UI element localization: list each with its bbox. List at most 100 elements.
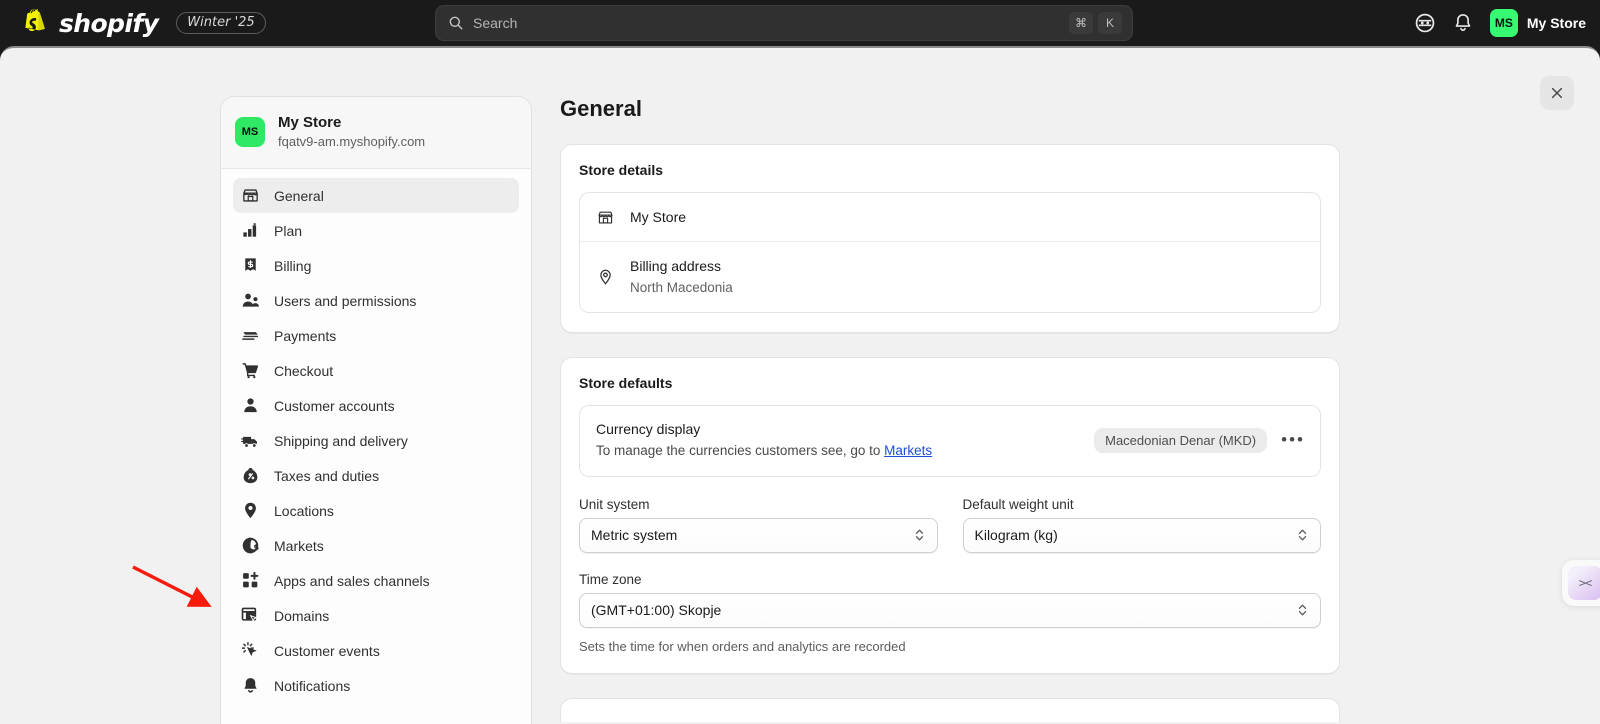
time-zone-select[interactable]: (GMT+01:00) Skopje	[579, 592, 1321, 628]
sidebar-nav-list: General Plan Billing Users and permissio…	[221, 169, 531, 703]
default-weight-unit-select[interactable]: Kilogram (kg)	[962, 517, 1321, 553]
billing-receipt-icon	[245, 258, 256, 272]
store-details-card: Store details My Store Billing address N…	[560, 144, 1340, 334]
bell-icon	[244, 678, 257, 693]
sidebar-item-domains[interactable]: Domains	[233, 598, 519, 633]
globe-currency-icon	[242, 538, 259, 554]
payments-card-icon	[242, 332, 259, 341]
time-zone-label: Time zone	[579, 571, 642, 587]
sidebar-item-label: Markets	[274, 537, 324, 554]
sidebar-item-customer-events[interactable]: Customer events	[233, 633, 519, 668]
store-name: My Store	[278, 114, 342, 131]
sidebar-item-customer-accounts[interactable]: Customer accounts	[233, 388, 519, 423]
sidebar-item-label: Customer accounts	[274, 397, 395, 414]
store-details-title: Store details	[579, 162, 664, 178]
search-shortcut-command-key: ⌘	[1069, 12, 1093, 34]
billing-address-row[interactable]: Billing address North Macedonia	[580, 241, 1320, 312]
delivery-truck-icon	[241, 437, 257, 449]
currency-more-actions-button[interactable]: •••	[1279, 430, 1307, 450]
money-bag-icon	[243, 468, 258, 484]
global-top-bar: shopify Winter '25 ⌘ K MS My Store	[0, 0, 1600, 46]
user-name: My Store	[1526, 15, 1586, 31]
sidebar-item-plan[interactable]: Plan	[233, 213, 519, 248]
plan-chart-icon	[243, 223, 257, 238]
settings-main-panel: General Store details My Store Billing a…	[560, 96, 1340, 722]
sidebar-item-users-and-permissions[interactable]: Users and permissions	[233, 283, 519, 318]
sidebar-item-apps-and-sales-channels[interactable]: Apps and sales channels	[233, 563, 519, 598]
sidebar-item-payments[interactable]: Payments	[233, 318, 519, 353]
time-zone-row: Time zone (GMT+01:00) Skopje	[579, 572, 1321, 628]
search-shortcut-k-key: K	[1098, 12, 1122, 34]
sidebar-item-shipping-and-delivery[interactable]: Shipping and delivery	[233, 423, 519, 458]
store-defaults-title: Store defaults	[579, 375, 673, 392]
store-icon	[598, 211, 613, 224]
shopify-wordmark: shopify	[59, 8, 159, 38]
close-settings-button[interactable]	[1540, 76, 1574, 110]
sidebar-item-label: Domains	[274, 607, 330, 624]
store-name-row[interactable]: My Store	[580, 193, 1320, 241]
unit-system-field: Unit system Metric system	[579, 497, 938, 553]
billing-address-label: Billing address	[630, 258, 722, 275]
sidebar-store-header[interactable]: MS My Store fqatv9-am.myshopify.com	[221, 97, 531, 170]
markets-link[interactable]: Markets	[884, 443, 932, 458]
currency-badge: Macedonian Denar (MKD)	[1094, 427, 1268, 453]
sidebar-item-locations[interactable]: Locations	[233, 493, 519, 528]
bell-icon[interactable]	[1452, 12, 1474, 34]
global-search-bar[interactable]: ⌘ K	[435, 5, 1133, 41]
default-weight-unit-label: Default weight unit	[962, 496, 1074, 512]
season-badge: Winter '25	[176, 12, 266, 34]
sidebar-item-general[interactable]: General	[233, 178, 519, 214]
store-name-value: My Store	[630, 209, 687, 225]
sidebar-item-label: Checkout	[274, 362, 334, 379]
time-zone-hint: Sets the time for when orders and analyt…	[579, 638, 906, 654]
currency-display-row: Currency display To manage the currencie…	[579, 405, 1321, 477]
settings-modal-surface: MS My Store fqatv9-am.myshopify.com Gene…	[0, 46, 1600, 724]
close-icon	[1551, 87, 1563, 99]
sidebar-item-markets[interactable]: Markets	[233, 528, 519, 563]
sidebar-item-label: Shipping and delivery	[274, 432, 408, 449]
user-menu[interactable]: MS My Store	[1489, 9, 1586, 37]
apps-grid-plus-icon	[243, 572, 259, 588]
sidebar-item-label: Users and permissions	[274, 292, 417, 309]
next-card-stub	[560, 697, 1340, 722]
sidebar-item-checkout[interactable]: Checkout	[233, 353, 519, 388]
page-title: General	[560, 96, 642, 121]
sidebar-item-taxes-and-duties[interactable]: Taxes and duties	[233, 458, 519, 493]
location-pin-icon	[600, 269, 611, 285]
unit-system-value: Metric system	[591, 527, 678, 544]
settings-sidebar: MS My Store fqatv9-am.myshopify.com Gene…	[220, 96, 532, 724]
store-defaults-card: Store defaults Currency display To manag…	[560, 357, 1340, 674]
sidekick-floating-widget[interactable]: ><	[1562, 560, 1600, 606]
sidebar-item-label: Taxes and duties	[274, 467, 380, 484]
currency-display-description: To manage the currencies customers see, …	[596, 440, 1082, 462]
search-icon	[449, 16, 463, 30]
sidebar-item-label: Billing	[274, 257, 312, 274]
store-details-list: My Store Billing address North Macedonia	[579, 192, 1321, 314]
sidekick-icon[interactable]	[1414, 12, 1436, 34]
sidebar-item-label: Locations	[274, 502, 334, 519]
user-avatar: MS	[1489, 9, 1518, 37]
top-bar-actions: MS My Store	[1414, 0, 1586, 46]
person-icon	[244, 398, 257, 413]
time-zone-field: Time zone (GMT+01:00) Skopje	[579, 572, 1321, 628]
sidebar-item-billing[interactable]: Billing	[233, 248, 519, 283]
time-zone-value: (GMT+01:00) Skopje	[591, 602, 722, 619]
store-url: fqatv9-am.myshopify.com	[278, 133, 426, 149]
users-icon	[242, 294, 259, 308]
default-weight-unit-field: Default weight unit Kilogram (kg)	[962, 496, 1321, 553]
sidebar-item-label: Payments	[274, 327, 337, 344]
location-pin-icon	[245, 503, 256, 519]
shopify-brand[interactable]: shopify Winter '25	[22, 8, 266, 38]
unit-system-select[interactable]: Metric system	[579, 517, 938, 553]
sidebar-item-label: General	[274, 187, 324, 204]
unit-fields-row: Unit system Metric system Default weight…	[579, 497, 1321, 553]
sidebar-item-label: Customer events	[274, 642, 380, 659]
default-weight-unit-value: Kilogram (kg)	[974, 527, 1058, 544]
customer-events-cursor-icon	[241, 642, 257, 657]
sidekick-face-icon: ><	[1568, 566, 1600, 600]
currency-description-text: To manage the currencies customers see, …	[596, 443, 885, 459]
sidebar-item-notifications[interactable]: Notifications	[233, 668, 519, 703]
sidebar-item-label: Plan	[274, 222, 303, 239]
store-icon	[243, 189, 258, 202]
search-input[interactable]	[473, 15, 1069, 31]
